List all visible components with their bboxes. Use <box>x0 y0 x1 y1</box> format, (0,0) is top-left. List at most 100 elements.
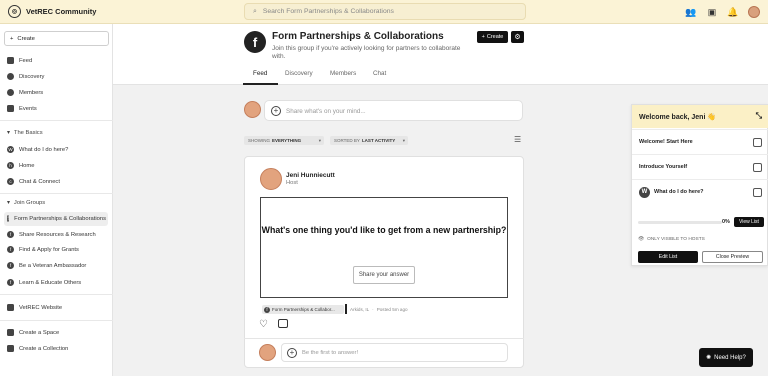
sidebar-item-label: Be a Veteran Ambassador <box>19 262 87 269</box>
sidebar-item-discovery[interactable]: Discovery <box>7 73 44 80</box>
checklist-header: Welcome back, Jeni 👋 ⤡ <box>632 105 768 128</box>
checklist-item[interactable]: Introduce Yourself <box>632 154 768 179</box>
checkbox[interactable] <box>753 187 762 197</box>
sidebar: + Create Feed Discovery Members Events ▾… <box>0 24 113 376</box>
avatar[interactable] <box>748 6 760 18</box>
group-description: Join this group if you're actively looki… <box>272 45 461 60</box>
group-chip[interactable]: f Form Partnerships & Collabor... <box>262 305 344 314</box>
close-preview-button[interactable]: Close Preview <box>702 251 763 263</box>
sidebar-item-label: VetREC Website <box>19 304 63 311</box>
external-link-icon <box>7 304 14 311</box>
divider <box>0 193 113 194</box>
sidebar-item-learn[interactable]: f Learn & Educate Others <box>7 279 81 286</box>
composer-input[interactable]: + Share what's on your mind... <box>264 100 523 121</box>
app-title: VetREC Community <box>26 7 97 16</box>
sidebar-item-label: Share Resources & Research <box>19 231 96 238</box>
edit-list-button[interactable]: Edit List <box>638 251 698 263</box>
composer-placeholder: Share what's on your mind... <box>286 108 366 115</box>
tab-members[interactable]: Members <box>330 70 356 77</box>
sidebar-item-website[interactable]: VetREC Website <box>7 304 62 311</box>
tab-chat[interactable]: Chat <box>373 70 386 77</box>
plus-circle-icon: + <box>287 348 297 358</box>
collapse-icon[interactable]: ⤡ <box>756 111 762 121</box>
heart-icon[interactable]: ♡ <box>259 319 268 330</box>
checklist-item-label: Introduce Yourself <box>639 164 688 170</box>
progress-percent: 0% <box>722 219 730 225</box>
chip-label: Form Partnerships & Collabor... <box>272 307 335 312</box>
members-icon[interactable]: 👥 <box>685 6 697 18</box>
post-timestamp: Posted 5m ago <box>376 307 408 312</box>
avatar <box>244 101 261 118</box>
post-question: What's one thing you'd like to get from … <box>261 225 507 235</box>
sidebar-item-home[interactable]: h Home <box>7 162 34 169</box>
brand[interactable]: ◎ VetREC Community <box>8 5 96 18</box>
settings-button[interactable]: ⚙ <box>511 31 524 43</box>
divider <box>345 304 347 314</box>
sidebar-item-members[interactable]: Members <box>7 89 43 96</box>
tab-discovery[interactable]: Discovery <box>285 70 313 77</box>
checklist-item[interactable]: W What do I do here? <box>632 179 768 204</box>
filter-label: SHOWING <box>248 138 270 143</box>
visibility-note: 👁 ONLY VISIBLE TO HOSTS <box>638 237 705 242</box>
gear-icon: ⚙ <box>514 34 521 41</box>
sidebar-item-what-do-i-do[interactable]: W What do I do here? <box>7 146 68 153</box>
sidebar-item-label: Form Partnerships & Collaborations <box>14 215 106 222</box>
need-help-button[interactable]: ✺ Need Help? <box>699 348 753 367</box>
compass-icon <box>7 73 14 80</box>
bell-icon[interactable]: 🔔 <box>727 6 739 18</box>
checkbox[interactable] <box>753 162 762 172</box>
create-post-button[interactable]: + Create <box>477 31 508 43</box>
section-the-basics[interactable]: ▾ The Basics <box>7 130 43 136</box>
section-join-groups[interactable]: ▾ Join Groups <box>7 200 45 206</box>
sidebar-item-grants[interactable]: f Find & Apply for Grants <box>7 246 79 253</box>
chevron-down-icon: ▾ <box>402 137 405 143</box>
calendar-icon <box>7 105 14 112</box>
plus-square-icon <box>7 329 14 336</box>
comment-icon[interactable] <box>278 319 288 328</box>
post-author[interactable]: Jeni Hunniecutt <box>286 172 335 179</box>
avatar <box>259 344 276 361</box>
create-space-button[interactable]: Create a Space <box>7 329 59 336</box>
sidebar-item-feed[interactable]: Feed <box>7 57 32 64</box>
checkbox[interactable] <box>753 137 762 147</box>
f-icon: f <box>7 279 14 286</box>
create-post-label: Create <box>486 34 504 40</box>
create-collection-button[interactable]: Create a Collection <box>7 345 68 352</box>
reply-placeholder: Be the first to answer! <box>302 350 359 356</box>
author-avatar[interactable] <box>260 168 282 190</box>
messages-icon[interactable]: ▣ <box>706 6 718 18</box>
section-title: Join Groups <box>13 200 46 206</box>
filter-label: SORTED BY <box>334 138 360 143</box>
community-logo-icon: ◎ <box>8 5 21 18</box>
share-answer-button[interactable]: Share your answer <box>353 266 415 284</box>
w-icon: W <box>639 186 650 198</box>
plus-icon: + <box>10 35 14 42</box>
welcome-text: Welcome back, Jeni 👋 <box>639 113 717 121</box>
f-icon: f <box>7 231 14 238</box>
list-view-icon[interactable]: ☰ <box>514 135 521 144</box>
create-button[interactable]: + Create <box>4 31 109 46</box>
view-list-button[interactable]: View List <box>734 217 764 227</box>
reply-input[interactable]: + Be the first to answer! <box>281 343 508 362</box>
sidebar-item-label: Learn & Educate Others <box>19 279 82 286</box>
showing-filter[interactable]: SHOWING EVERYTHING ▾ <box>244 136 324 145</box>
sort-filter[interactable]: SORTED BY LAST ACTIVITY ▾ <box>330 136 408 145</box>
divider <box>0 120 113 121</box>
filter-value: LAST ACTIVITY <box>361 138 396 143</box>
chat-icon: c <box>7 178 14 185</box>
chevron-down-icon: ▾ <box>318 137 321 143</box>
search-bar[interactable]: ⌕ Search Form Partnerships & Collaborati… <box>244 3 526 20</box>
sidebar-item-chat[interactable]: c Chat & Connect <box>7 178 60 185</box>
sidebar-item-form-partnerships[interactable]: f Form Partnerships & Collaborations <box>7 215 106 222</box>
sidebar-item-label: What do I do here? <box>19 146 69 153</box>
top-bar: ◎ VetREC Community ⌕ Search Form Partner… <box>0 0 768 24</box>
search-input[interactable]: Search Form Partnerships & Collaboration… <box>263 8 394 15</box>
question-box: What's one thing you'd like to get from … <box>260 197 508 298</box>
checklist-item[interactable]: Welcome! Start Here <box>632 129 768 154</box>
sidebar-item-share-resources[interactable]: f Share Resources & Research <box>7 231 96 238</box>
chevron-down-icon: ▾ <box>7 200 10 206</box>
sidebar-item-events[interactable]: Events <box>7 105 37 112</box>
filter-value: EVERYTHING <box>272 138 302 143</box>
tab-feed[interactable]: Feed <box>253 70 267 77</box>
sidebar-item-ambassador[interactable]: f Be a Veteran Ambassador <box>7 262 86 269</box>
